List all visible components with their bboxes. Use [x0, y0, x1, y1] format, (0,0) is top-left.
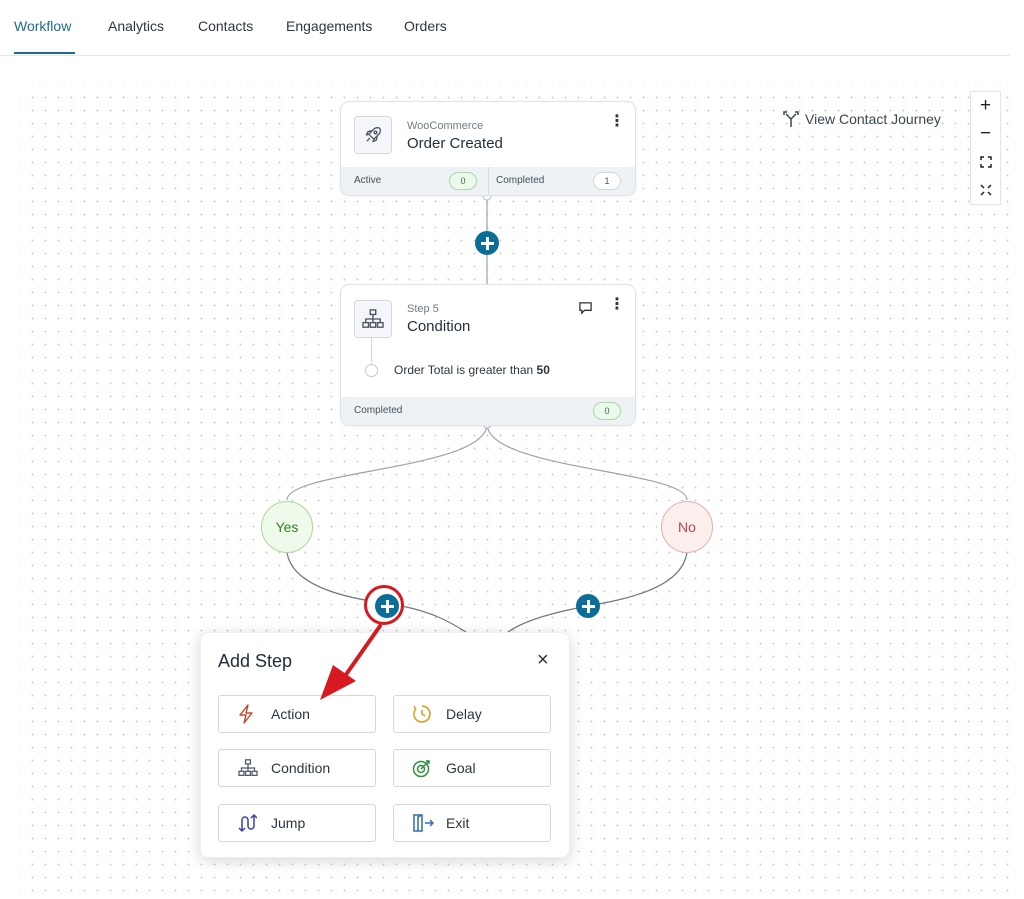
condition-node[interactable]: Step 5 Condition ⋮ Order Total is greate…: [340, 284, 636, 426]
exit-option-button[interactable]: Exit: [393, 804, 551, 842]
condition-rule-value: 50: [536, 363, 550, 377]
fit-view-icon: [979, 156, 992, 168]
condition-option-label: Condition: [271, 760, 331, 776]
rule-connector: [371, 337, 372, 363]
rule-dot: [365, 364, 378, 377]
tab-engagements[interactable]: Engagements: [286, 18, 372, 34]
close-icon[interactable]: ×: [537, 650, 549, 670]
delay-option-label: Delay: [446, 706, 482, 722]
branch-icon: [783, 111, 799, 127]
action-option-label: Action: [271, 706, 310, 722]
delay-option-button[interactable]: Delay: [393, 695, 551, 733]
add-step-button-main[interactable]: [475, 231, 499, 255]
condition-step-number: Step 5: [407, 303, 439, 315]
completed-count-badge: 1: [593, 172, 621, 190]
target-icon: [412, 758, 440, 778]
exit-icon: [412, 813, 440, 833]
condition-title: Condition: [407, 318, 471, 335]
tab-contacts[interactable]: Contacts: [198, 18, 253, 34]
jump-option-label: Jump: [271, 815, 306, 831]
condition-completed-badge: 0: [593, 402, 621, 420]
condition-stats: Completed 0: [341, 397, 635, 425]
view-contact-journey-label: View Contact Journey: [805, 111, 941, 127]
zoom-in-button[interactable]: +: [971, 92, 1000, 120]
active-tab-indicator: [14, 52, 75, 54]
tab-workflow[interactable]: Workflow: [14, 18, 71, 34]
trigger-node[interactable]: WooCommerce Order Created ⋮ Active 0 Com…: [340, 101, 636, 196]
fullscreen-icon: [979, 184, 992, 196]
no-branch[interactable]: No: [661, 501, 713, 553]
tab-analytics[interactable]: Analytics: [108, 18, 164, 34]
condition-rule-text: Order Total is greater than: [394, 363, 534, 377]
yes-branch[interactable]: Yes: [261, 501, 313, 553]
add-step-title: Add Step: [218, 651, 293, 671]
condition-completed-label: Completed: [354, 405, 403, 416]
condition-rule: Order Total is greater than 50: [394, 363, 550, 377]
fit-view-button[interactable]: [971, 148, 1000, 176]
sitemap-icon: [237, 759, 265, 777]
stats-divider: [488, 167, 489, 195]
tab-bar: Workflow Analytics Contacts Engagements …: [0, 0, 1010, 56]
zoom-controls: + −: [970, 91, 1001, 205]
lightning-icon: [237, 704, 265, 724]
tab-orders[interactable]: Orders: [404, 18, 447, 34]
add-step-popup: Add Step × Action Delay Condition Goal J: [200, 632, 570, 858]
jump-icon: [237, 813, 265, 833]
jump-option-button[interactable]: Jump: [218, 804, 376, 842]
add-step-button-no[interactable]: [576, 594, 600, 618]
clock-icon: [412, 704, 440, 724]
add-step-button-yes[interactable]: [375, 594, 399, 618]
condition-option-button[interactable]: Condition: [218, 749, 376, 787]
completed-label: Completed: [496, 175, 545, 186]
trigger-title: Order Created: [407, 135, 503, 152]
view-contact-journey-link[interactable]: View Contact Journey: [783, 110, 941, 128]
rocket-icon: [354, 116, 392, 154]
comment-icon[interactable]: [578, 301, 593, 320]
sitemap-icon: [354, 300, 392, 338]
trigger-stats: Active 0 Completed 1: [341, 167, 635, 195]
action-option-button[interactable]: Action: [218, 695, 376, 733]
goal-option-label: Goal: [446, 760, 476, 776]
active-count-badge: 0: [449, 172, 477, 190]
active-label: Active: [354, 175, 382, 186]
exit-option-label: Exit: [446, 815, 470, 831]
trigger-menu-icon[interactable]: ⋮: [609, 114, 625, 130]
trigger-source: WooCommerce: [407, 120, 484, 132]
fullscreen-button[interactable]: [971, 176, 1000, 204]
condition-menu-icon[interactable]: ⋮: [609, 297, 625, 313]
zoom-out-button[interactable]: −: [971, 120, 1000, 148]
goal-option-button[interactable]: Goal: [393, 749, 551, 787]
